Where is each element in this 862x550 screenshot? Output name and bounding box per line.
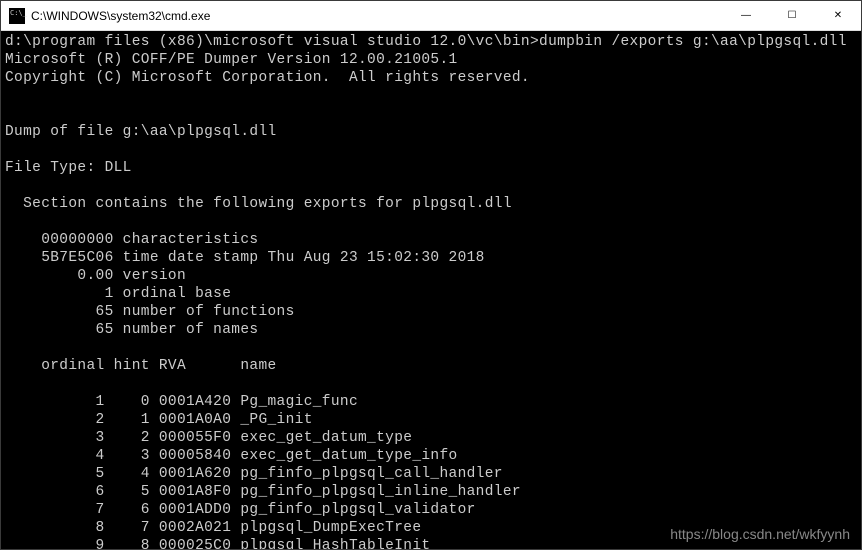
- columns-header: ordinal hint RVA name: [5, 358, 277, 374]
- meta-ordinal-base: 1 ordinal base: [5, 286, 231, 302]
- copyright-line: Copyright (C) Microsoft Corporation. All…: [5, 70, 530, 86]
- file-type-line: File Type: DLL: [5, 160, 132, 176]
- terminal-output[interactable]: d:\program files (x86)\microsoft visual …: [1, 31, 861, 549]
- window-title: C:\WINDOWS\system32\cmd.exe: [31, 9, 723, 23]
- version-line: Microsoft (R) COFF/PE Dumper Version 12.…: [5, 52, 458, 68]
- exports-block: 1 0 0001A420 Pg_magic_func 2 1 0001A0A0 …: [5, 394, 521, 549]
- close-button[interactable]: ✕: [815, 1, 861, 30]
- meta-characteristics: 00000000 characteristics: [5, 232, 258, 248]
- meta-num-functions: 65 number of functions: [5, 304, 295, 320]
- meta-num-names: 65 number of names: [5, 322, 258, 338]
- maximize-button[interactable]: ☐: [769, 1, 815, 30]
- app-icon: [9, 8, 25, 24]
- command-line: d:\program files (x86)\microsoft visual …: [5, 34, 847, 50]
- meta-version: 0.00 version: [5, 268, 186, 284]
- titlebar[interactable]: C:\WINDOWS\system32\cmd.exe — ☐ ✕: [1, 1, 861, 31]
- section-header: Section contains the following exports f…: [5, 196, 512, 212]
- dump-of-line: Dump of file g:\aa\plpgsql.dll: [5, 124, 277, 140]
- minimize-button[interactable]: —: [723, 1, 769, 30]
- command-prompt-window: C:\WINDOWS\system32\cmd.exe — ☐ ✕ d:\pro…: [0, 0, 862, 550]
- meta-timestamp: 5B7E5C06 time date stamp Thu Aug 23 15:0…: [5, 250, 485, 266]
- window-controls: — ☐ ✕: [723, 1, 861, 30]
